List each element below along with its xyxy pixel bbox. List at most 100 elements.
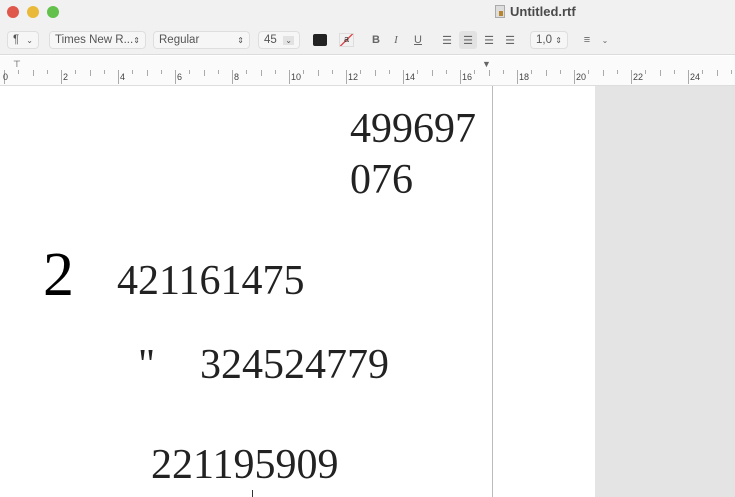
chevron-down-icon: ⌄ xyxy=(283,35,294,45)
ruler-label: 0 xyxy=(3,72,9,82)
title-text: Untitled.rtf xyxy=(510,4,576,19)
ruler-label: 24 xyxy=(690,72,701,82)
text-cursor xyxy=(252,490,253,497)
text-line: 2 xyxy=(43,241,74,309)
ruler-tick xyxy=(132,70,134,74)
ruler-label: 6 xyxy=(177,72,183,82)
ruler-label: 12 xyxy=(348,72,359,82)
document-page[interactable]: 499697 076 2 421161475 " 324524779 22119… xyxy=(0,86,493,497)
ruler-tick xyxy=(730,70,732,74)
font-size-field[interactable]: 45 ⌄ xyxy=(258,31,300,49)
minimize-button[interactable] xyxy=(27,6,39,18)
line-spacing-select[interactable]: 1,0 ⇕ xyxy=(530,31,568,49)
ruler-tick xyxy=(246,70,248,74)
ruler-tick xyxy=(688,70,689,84)
ruler-tick xyxy=(175,70,176,84)
text-color-swatch[interactable] xyxy=(313,34,327,46)
text-line: 421161475 xyxy=(117,258,305,304)
updown-icon: ⇕ xyxy=(133,35,140,45)
ruler-tick xyxy=(388,70,390,74)
ruler-tick xyxy=(602,70,604,76)
ruler-tick xyxy=(303,70,305,74)
canvas-background xyxy=(595,86,735,497)
align-center-icon[interactable]: ☰ xyxy=(459,31,477,49)
align-left-icon[interactable]: ☰ xyxy=(440,31,454,49)
ruler-tick xyxy=(517,70,518,84)
ruler-tick xyxy=(32,70,34,76)
ruler-tick xyxy=(403,70,404,84)
ruler-label: 22 xyxy=(633,72,644,82)
ruler-tick xyxy=(346,70,347,84)
ruler-label: 2 xyxy=(63,72,69,82)
text-line: 499697 xyxy=(350,106,476,152)
ruler-tick xyxy=(616,70,618,74)
title-bar: Untitled.rtf ¶ ⌄ Times New R... ⇕ Regular ⇕… xyxy=(0,0,735,55)
font-size-value: 45 xyxy=(264,34,277,46)
ruler-tick xyxy=(46,70,48,74)
ruler-tick xyxy=(445,70,447,74)
list-icon[interactable]: ≡ xyxy=(580,31,594,49)
paragraph-label: ¶ xyxy=(13,34,20,46)
ruler-label: 20 xyxy=(576,72,587,82)
ruler-label: 16 xyxy=(462,72,473,82)
ruler-label: 14 xyxy=(405,72,416,82)
chevron-down-icon[interactable]: ⌄ xyxy=(600,31,610,49)
ruler-tick xyxy=(417,70,419,74)
justify-icon[interactable]: ☰ xyxy=(503,31,517,49)
font-family-label: Times New R... xyxy=(55,34,134,46)
font-family-select[interactable]: Times New R... ⇕ xyxy=(49,31,146,49)
ruler-tick xyxy=(531,70,533,74)
text-line: 221195909 xyxy=(151,442,339,488)
updown-icon: ⇕ xyxy=(237,35,244,45)
ruler-label: 8 xyxy=(234,72,240,82)
text-line: 324524779 xyxy=(200,342,389,388)
ruler-tick xyxy=(89,70,91,76)
font-style-select[interactable]: Regular ⇕ xyxy=(153,31,250,49)
ruler-tick xyxy=(18,70,20,74)
italic-button[interactable]: I xyxy=(390,31,402,49)
ruler-tick xyxy=(631,70,632,84)
highlight-color-icon[interactable]: a xyxy=(339,33,354,47)
ruler-label: 18 xyxy=(519,72,530,82)
ruler-tick xyxy=(118,70,119,84)
ruler-tick xyxy=(360,70,362,74)
ruler[interactable]: ⊤ ▼ 0 2 4 6 8 10 12 14 16 18 20 22 24 xyxy=(0,56,735,86)
ruler-tick xyxy=(673,70,675,74)
ruler-tick xyxy=(61,70,62,84)
ruler-tick xyxy=(289,70,290,84)
ruler-tick xyxy=(460,70,461,84)
ruler-tick xyxy=(431,70,433,76)
ruler-tick xyxy=(588,70,590,74)
ruler-tick xyxy=(488,70,490,76)
ruler-tick xyxy=(331,70,333,74)
zoom-button[interactable] xyxy=(47,6,59,18)
ruler-tick xyxy=(474,70,476,74)
text-line: 076 xyxy=(350,157,413,203)
ruler-tick xyxy=(232,70,233,84)
ruler-tick xyxy=(260,70,262,76)
window-title: Untitled.rtf xyxy=(495,4,576,19)
chevron-down-icon: ⌄ xyxy=(26,35,33,45)
close-button[interactable] xyxy=(7,6,19,18)
ruler-tick xyxy=(702,70,704,74)
bold-button[interactable]: B xyxy=(370,31,382,49)
align-right-icon[interactable]: ☰ xyxy=(482,31,496,49)
ruler-tick xyxy=(203,70,205,76)
ruler-tick xyxy=(103,70,105,74)
ruler-tick xyxy=(545,70,547,76)
underline-button[interactable]: U xyxy=(412,31,424,49)
ruler-tick xyxy=(146,70,148,76)
font-style-label: Regular xyxy=(159,34,200,46)
ruler-tick xyxy=(274,70,276,74)
paragraph-style-menu[interactable]: ¶ ⌄ xyxy=(7,31,39,49)
ruler-label: 10 xyxy=(291,72,302,82)
line-spacing-value: 1,0 xyxy=(536,34,552,46)
document-icon xyxy=(495,5,505,18)
text-line: " xyxy=(138,342,156,388)
updown-icon: ⇕ xyxy=(555,35,562,45)
ruler-tick xyxy=(317,70,319,76)
first-line-indent-marker[interactable]: ⊤ xyxy=(13,59,21,70)
ruler-tick xyxy=(659,70,661,76)
right-margin-marker[interactable]: ▼ xyxy=(482,59,491,69)
ruler-tick xyxy=(374,70,376,76)
